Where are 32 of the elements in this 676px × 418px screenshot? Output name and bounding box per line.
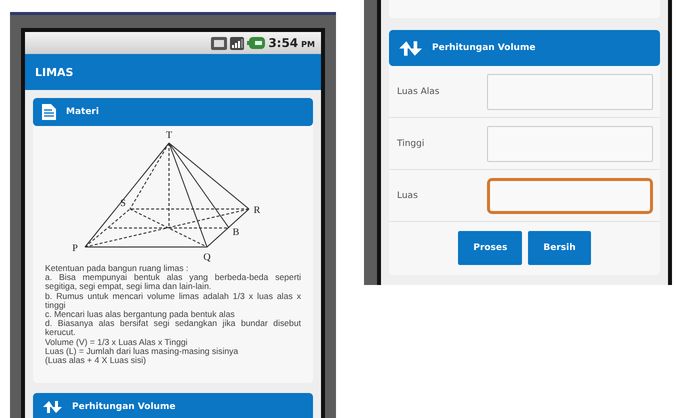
vertex-label: B [232, 227, 240, 238]
arrows-icon [398, 40, 422, 56]
action-button[interactable]: Bersih [528, 231, 591, 265]
field-label: Luas [397, 190, 419, 200]
input-field[interactable] [487, 126, 653, 162]
action-button[interactable]: Proses [458, 231, 522, 265]
text-line: (Luas alas + 4 X Luas sisi) [45, 356, 148, 366]
vertex-label: Q [203, 252, 211, 263]
text-line: Volume (V) = 1/3 x Luas Alas x Tinggi [45, 338, 189, 347]
vertex-label: R [254, 205, 260, 216]
text-line: d. Biasanya alas bersifat segi sedangkan jika bundar disebut kerucut. [45, 319, 301, 338]
arrows-icon [42, 400, 62, 414]
card-title: Perhitungan Volume [432, 43, 536, 53]
vertex-label: T [166, 130, 172, 141]
signal-icon [230, 36, 244, 50]
card-title: Materi [66, 107, 99, 117]
text-line: c. Mencari luas alas bergantung pada bentuk alas [45, 310, 236, 320]
document-icon [42, 104, 56, 120]
card-title: Perhitungan Volume [72, 402, 176, 412]
battery-icon [247, 37, 266, 49]
field-label: Luas Alas [397, 86, 440, 96]
field-label: Tinggi [397, 138, 426, 148]
clock-time: 3:54 [268, 36, 298, 50]
clock-meridiem: PM [301, 40, 315, 49]
text-line: a. Bisa mempunyai bentuk alas yang berbeda-beda seperti segitiga, segi empat, segi lima dan lain-lain. [45, 273, 301, 292]
input-field[interactable] [487, 178, 653, 214]
app-title: LIMAS [35, 66, 74, 78]
vertex-label: S [120, 198, 126, 209]
vertex-label: P [72, 243, 78, 254]
text-line: Ketentuan pada bangun ruang limas : [45, 264, 190, 274]
input-field[interactable] [487, 74, 653, 110]
text-line: Luas (L) = Jumlah dari luas masing-masing sisinya [45, 346, 240, 356]
